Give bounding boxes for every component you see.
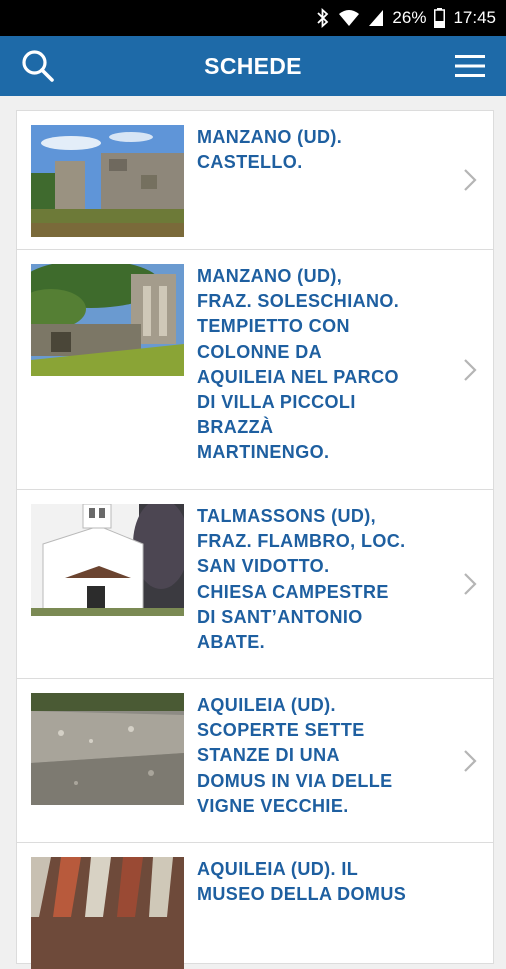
chevron-right-icon [464, 750, 477, 772]
clock: 17:45 [453, 8, 496, 27]
battery-icon [434, 8, 446, 28]
wifi-icon [338, 9, 360, 27]
hamburger-menu-icon [455, 55, 485, 77]
item-thumbnail [31, 264, 184, 376]
list-item[interactable]: AQUILEIA (UD). SCOPERTE SETTE STANZE DI … [17, 679, 493, 843]
item-thumbnail [31, 857, 184, 969]
app-bar: SCHEDE [0, 36, 506, 96]
list-item[interactable]: TALMASSONS (UD), FRAZ. FLAMBRO, LOC. SAN… [17, 490, 493, 679]
list-item[interactable]: MANZANO (UD). CASTELLO. [17, 111, 493, 250]
item-thumbnail [31, 693, 184, 805]
list-item[interactable]: MANZANO (UD), FRAZ. SOLESCHIANO. TEMPIET… [17, 250, 493, 490]
item-title: AQUILEIA (UD). SCOPERTE SETTE STANZE DI … [197, 695, 393, 816]
chevron-right-icon [464, 573, 477, 595]
battery-percent: 26% [392, 8, 427, 27]
item-thumbnail [31, 125, 184, 237]
menu-button[interactable] [450, 46, 490, 86]
chevron-right-icon [464, 169, 477, 191]
chevron-right-icon [464, 359, 477, 381]
bluetooth-icon [316, 8, 330, 28]
page-title: SCHEDE [204, 53, 302, 79]
status-icons: 26% 17:45 [316, 0, 496, 36]
item-title: MANZANO (UD), FRAZ. SOLESCHIANO. TEMPIET… [197, 266, 400, 463]
item-thumbnail [31, 504, 184, 616]
status-bar: 26% 17:45 [0, 0, 506, 36]
item-title: MANZANO (UD). CASTELLO. [197, 127, 343, 173]
item-title: TALMASSONS (UD), FRAZ. FLAMBRO, LOC. SAN… [197, 506, 406, 653]
list-item[interactable]: AQUILEIA (UD). IL MUSEO DELLA DOMUS [17, 843, 493, 969]
schede-list: MANZANO (UD). CASTELLO. MANZANO (UD), FR… [16, 110, 494, 969]
signal-icon [368, 9, 384, 27]
